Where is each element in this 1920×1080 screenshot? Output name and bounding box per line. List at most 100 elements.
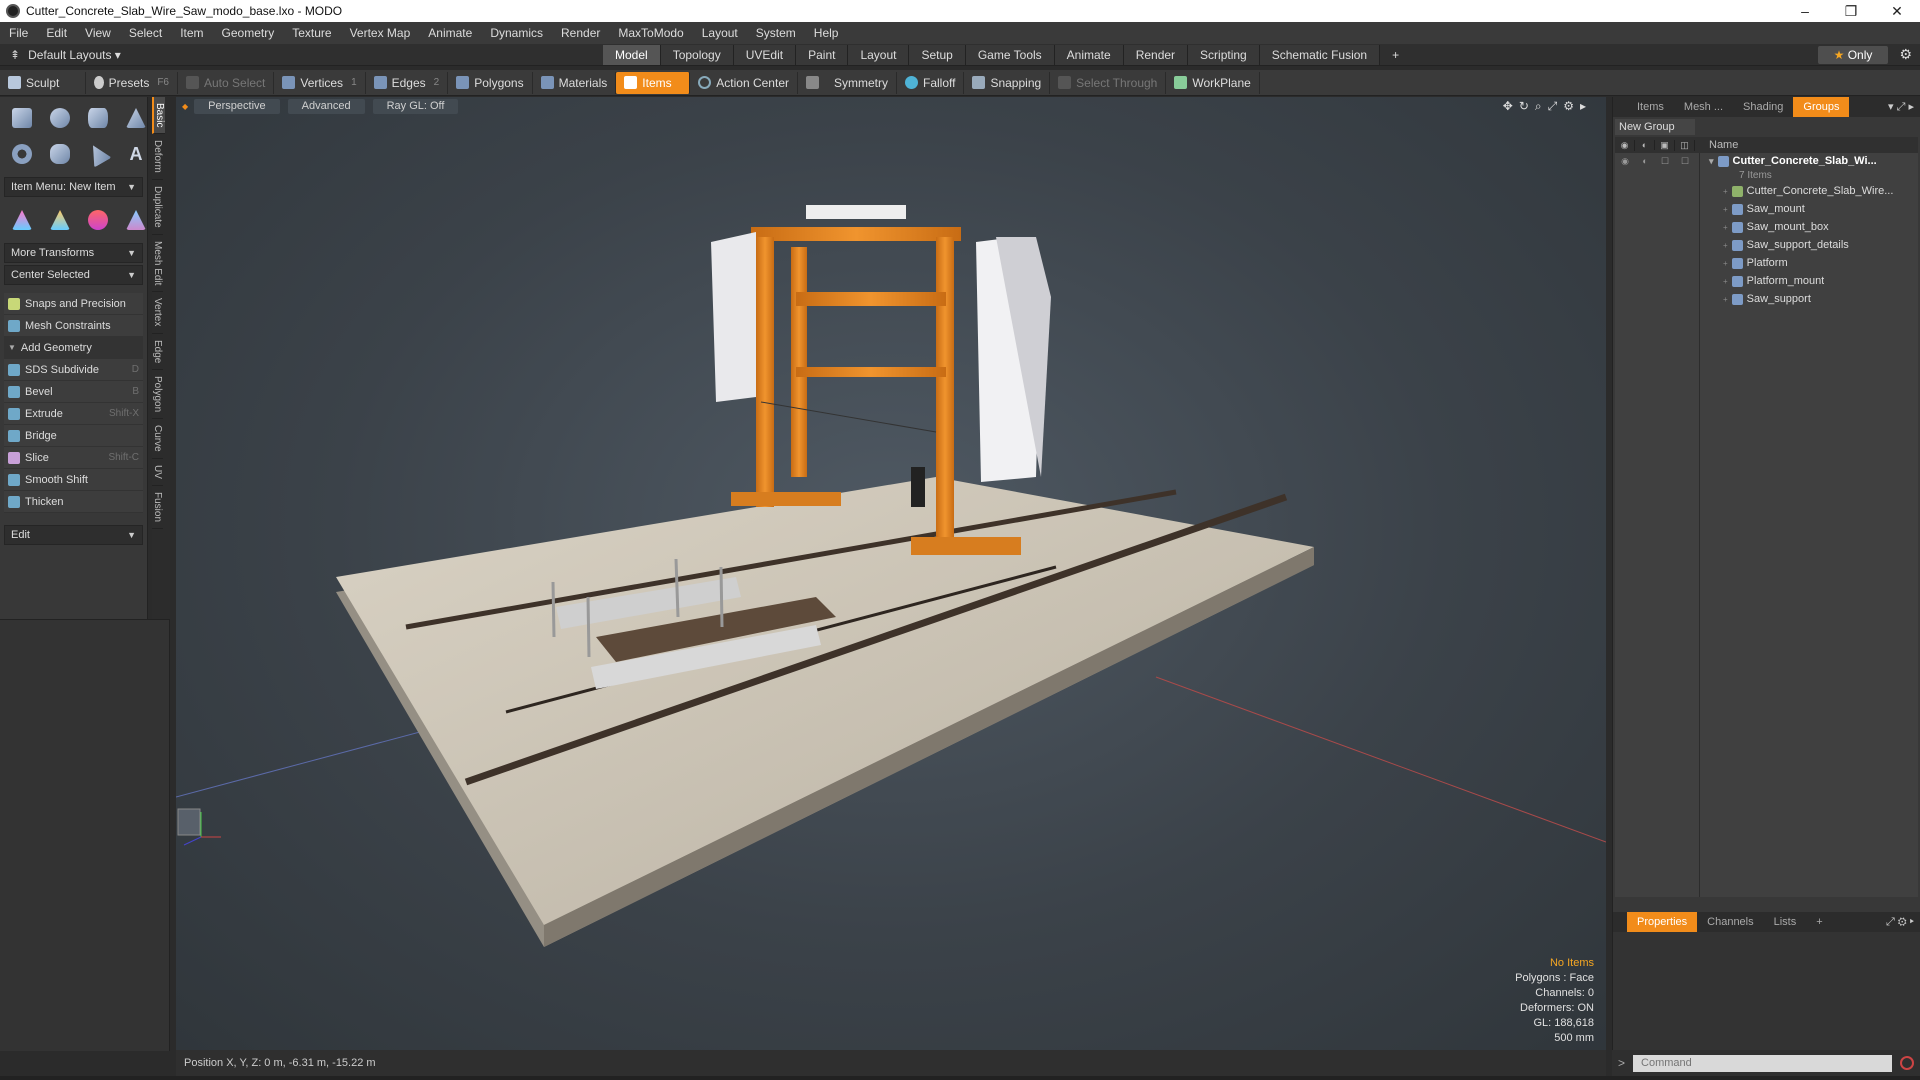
expand-icon[interactable]: + (1723, 295, 1728, 304)
group-item-row[interactable]: + Saw_mount_box (1615, 218, 1918, 236)
menu-item[interactable]: Item (171, 26, 212, 40)
vtab-edge[interactable]: Edge (152, 334, 163, 371)
vtab-deform[interactable]: Deform (152, 134, 163, 181)
tab-setup[interactable]: Setup (909, 44, 966, 65)
menu-view[interactable]: View (76, 26, 120, 40)
tab-groups[interactable]: Groups (1793, 97, 1850, 117)
scale-icon[interactable] (80, 203, 116, 237)
vtab-curve[interactable]: Curve (152, 419, 163, 459)
tool-extrude[interactable]: Extrude Shift-X (4, 403, 143, 425)
menu-edit[interactable]: Edit (37, 26, 76, 40)
vertices-button[interactable]: Vertices 1 (274, 71, 366, 94)
lock-icon[interactable]: ▣ (1655, 139, 1675, 151)
tool-smooth-shift[interactable]: Smooth Shift (4, 469, 143, 491)
lock-toggle-icon[interactable]: ☐ (1655, 156, 1675, 167)
move-icon[interactable] (4, 203, 40, 237)
select-through-button[interactable]: Select Through (1050, 71, 1167, 94)
text-tool-icon[interactable]: A (118, 137, 154, 171)
gear-icon[interactable]: ⚙ (1899, 46, 1912, 63)
workplane-button[interactable]: WorkPlane (1166, 71, 1260, 94)
group-item-row[interactable]: + Saw_support (1615, 290, 1918, 308)
snaps-precision-button[interactable]: Snaps and Precision (4, 293, 143, 315)
expand-icon[interactable]: + (1723, 241, 1728, 250)
expand-icon[interactable]: + (1723, 223, 1728, 232)
tab-scripting[interactable]: Scripting (1188, 44, 1260, 65)
group-item-row[interactable]: + Saw_support_details (1615, 236, 1918, 254)
add-tab-button[interactable]: + (1380, 45, 1411, 65)
tab-channels[interactable]: Channels (1697, 912, 1763, 932)
tool-thicken[interactable]: Thicken (4, 491, 143, 513)
group-item-row[interactable]: + Platform_mount (1615, 272, 1918, 290)
menu-help[interactable]: Help (805, 26, 848, 40)
vtab-fusion[interactable]: Fusion (152, 486, 163, 529)
tool-bridge[interactable]: Bridge (4, 425, 143, 447)
tool-sds-subdivide[interactable]: SDS Subdivide D (4, 359, 143, 381)
expand-icon[interactable]: + (1723, 277, 1728, 286)
group-item-row[interactable]: + Saw_mount (1615, 200, 1918, 218)
tab-uvedit[interactable]: UVEdit (733, 44, 797, 65)
menu-texture[interactable]: Texture (283, 26, 340, 40)
cylinder-icon[interactable] (80, 101, 116, 135)
group-item-row[interactable]: + Cutter_Concrete_Slab_Wire... (1615, 182, 1918, 200)
expand-icon[interactable]: + (1723, 187, 1728, 196)
items-button[interactable]: Items (616, 71, 691, 94)
vtab-vertex[interactable]: Vertex (152, 292, 163, 334)
snapping-button[interactable]: Snapping (964, 71, 1051, 94)
auto-select-button[interactable]: Auto Select (178, 71, 275, 94)
tool-slice[interactable]: Slice Shift-C (4, 447, 143, 469)
sphere-icon[interactable] (42, 101, 78, 135)
only-toggle[interactable]: ★ Only (1818, 46, 1888, 64)
render-icon[interactable]: ◐ (1635, 140, 1655, 150)
tab-render[interactable]: Render (1123, 44, 1189, 65)
edit-dropdown[interactable]: Edit ▼ (4, 525, 143, 545)
tab-lists[interactable]: Lists (1764, 912, 1807, 932)
tab-topology[interactable]: Topology (660, 44, 734, 65)
torus-icon[interactable] (4, 137, 40, 171)
panel-controls-icon[interactable]: ▾ ⤢ ▸ (1878, 97, 1920, 117)
tab-paint[interactable]: Paint (796, 44, 849, 65)
vtab-basic[interactable]: Basic (152, 97, 165, 135)
add-tab-icon[interactable]: + (1806, 912, 1832, 932)
tool-bevel[interactable]: Bevel B (4, 381, 143, 403)
select-toggle-icon[interactable]: ☐ (1675, 156, 1695, 167)
cone-icon[interactable] (118, 101, 154, 135)
group-item-row[interactable]: + Platform (1615, 254, 1918, 272)
minimize-icon[interactable]: – (1782, 3, 1828, 20)
eye-icon[interactable]: ◉ (1615, 156, 1635, 167)
polygons-button[interactable]: Polygons (448, 71, 533, 94)
render-toggle-icon[interactable]: ◐ (1635, 156, 1655, 167)
close-icon[interactable]: ✕ (1874, 3, 1920, 20)
tab-items[interactable]: Items (1627, 97, 1674, 117)
menu-layout[interactable]: Layout (693, 26, 747, 40)
menu-dynamics[interactable]: Dynamics (481, 26, 552, 40)
expand-icon[interactable]: + (1723, 205, 1728, 214)
tab-game-tools[interactable]: Game Tools (965, 44, 1055, 65)
group-root[interactable]: ◉ ◐ ☐ ☐ ▾ Cutter_Concrete_Slab_Wi... (1615, 153, 1918, 169)
select-icon[interactable]: ◫ (1675, 139, 1695, 151)
expand-icon[interactable]: + (1723, 259, 1728, 268)
menu-file[interactable]: File (0, 26, 37, 40)
panel-controls-icon[interactable]: ⤢ ⚙ ▸ (1876, 912, 1920, 932)
menu-system[interactable]: System (747, 26, 805, 40)
materials-button[interactable]: Materials (533, 71, 617, 94)
menu-select[interactable]: Select (120, 26, 171, 40)
tab-schematic-fusion[interactable]: Schematic Fusion (1259, 44, 1381, 65)
vtab-uv[interactable]: UV (152, 459, 163, 486)
add-geometry-header[interactable]: ▼ Add Geometry (4, 337, 143, 359)
record-icon[interactable] (1900, 1056, 1914, 1070)
tab-layout[interactable]: Layout (848, 44, 910, 65)
mesh-constraints-button[interactable]: Mesh Constraints (4, 315, 143, 337)
vtab-duplicate[interactable]: Duplicate (152, 180, 163, 235)
tab-animate[interactable]: Animate (1054, 44, 1124, 65)
menu-animate[interactable]: Animate (419, 26, 481, 40)
capsule-icon[interactable] (42, 137, 78, 171)
visibility-icon[interactable]: ◉ (1615, 139, 1635, 151)
cube-icon[interactable] (4, 101, 40, 135)
expand-icon[interactable]: ⇞ (0, 48, 20, 62)
layout-selector[interactable]: Default Layouts ▾ (20, 48, 131, 62)
sculpt-button[interactable]: Sculpt (0, 71, 86, 94)
new-group-button[interactable]: New Group (1615, 119, 1695, 135)
symmetry-button[interactable]: Symmetry (798, 71, 897, 94)
command-input[interactable] (1633, 1054, 1892, 1072)
action-center-button[interactable]: Action Center (690, 71, 798, 94)
